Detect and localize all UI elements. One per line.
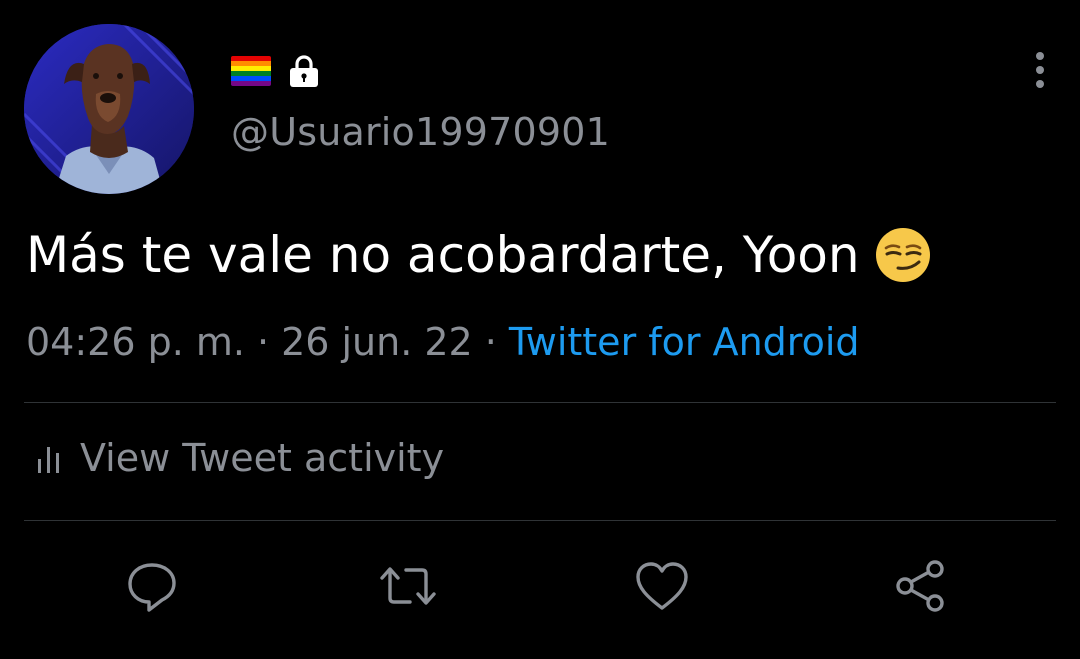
more-vertical-icon[interactable] (1028, 48, 1052, 92)
reply-icon (128, 563, 176, 612)
avatar[interactable] (24, 24, 194, 194)
heart-icon (636, 562, 688, 610)
retweet-icon (380, 567, 436, 605)
like-button[interactable] (632, 556, 692, 616)
tweet-meta: 04:26 p. m. · 26 jun. 22 · Twitter for A… (26, 320, 860, 364)
smirking-face-emoji (875, 228, 930, 282)
tweet-source-link[interactable]: Twitter for Android (509, 320, 860, 364)
divider (24, 402, 1056, 403)
retweet-button[interactable] (378, 556, 438, 616)
bar-chart-icon (38, 447, 59, 473)
tweet-time: 04:26 p. m. (26, 320, 245, 364)
reply-button[interactable] (122, 556, 182, 616)
view-tweet-activity-label: View Tweet activity (80, 436, 445, 480)
tweet-text: Más te vale no acobardarte, Yoon (26, 226, 932, 284)
share-button[interactable] (890, 556, 950, 616)
tweet-date: 26 jun. 22 (281, 320, 473, 364)
view-tweet-activity-button[interactable]: View Tweet activity (36, 436, 444, 480)
avatar-image (24, 24, 194, 194)
tweet-detail-screen: @Usuario19970901 Más te vale no acobarda… (0, 0, 1080, 659)
tweet-action-bar (0, 548, 1080, 618)
user-handle[interactable]: @Usuario19970901 (231, 110, 610, 154)
share-icon (896, 560, 944, 612)
divider (24, 520, 1056, 521)
lock-icon (290, 55, 318, 87)
flag-stripe (231, 81, 271, 86)
tweet-body: Más te vale no acobardarte, Yoon (26, 226, 860, 284)
meta-separator: · (484, 320, 497, 364)
display-name-row (231, 52, 321, 90)
meta-separator: · (256, 320, 270, 364)
rainbow-flag-icon (231, 56, 271, 86)
